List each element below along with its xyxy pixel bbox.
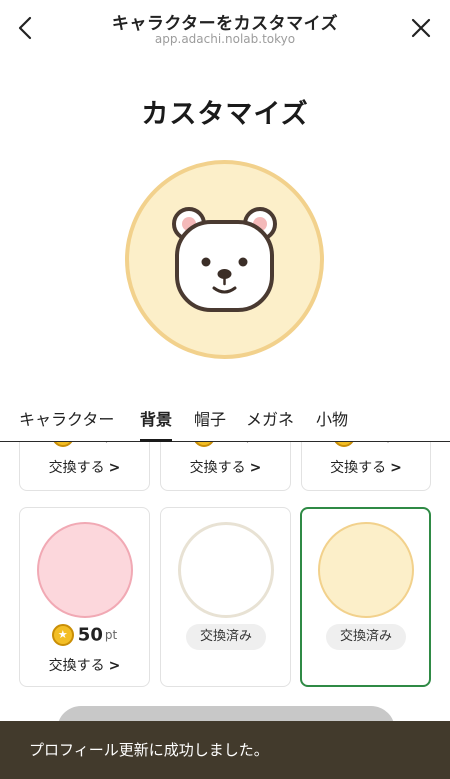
tab-hat[interactable]: 帽子: [194, 406, 226, 430]
item-card[interactable]: ★50pt 交換する>: [160, 442, 291, 491]
tab-accessories[interactable]: 小物: [316, 406, 348, 430]
owned-badge: 交換済み: [186, 624, 266, 650]
close-icon: [411, 18, 431, 38]
exchange-button[interactable]: 交換する >: [302, 457, 430, 477]
exchange-button[interactable]: 交換する >: [161, 457, 290, 477]
price-row: ★50pt: [20, 442, 149, 447]
coin-icon: ★: [51, 442, 74, 447]
background-swatch-cream: [318, 522, 414, 618]
exchange-button[interactable]: 交換する >: [20, 655, 149, 675]
price-row: ★50pt: [20, 624, 149, 646]
category-tabs: キャラクター 背景 帽子 メガネ 小物: [0, 400, 450, 442]
toast-notification: プロフィール更新に成功しました。: [0, 721, 450, 779]
exchange-button[interactable]: 交換する >: [20, 457, 149, 477]
item-grid[interactable]: ★50pt 交換する> ★50pt 交換する> ★50pt 交換する> ★50p…: [0, 442, 450, 687]
tab-character[interactable]: キャラクター: [19, 406, 114, 430]
owned-badge: 交換済み: [326, 624, 406, 650]
coin-icon: ★: [333, 442, 356, 447]
item-card[interactable]: ★50pt 交換する>: [19, 442, 150, 491]
background-swatch-white: [178, 522, 274, 618]
chevron-right-icon: >: [249, 460, 262, 476]
chevron-right-icon: >: [108, 460, 121, 476]
item-card-cream-selected[interactable]: 交換済み: [300, 507, 431, 687]
page-title: カスタマイズ: [141, 99, 309, 130]
tab-glasses[interactable]: メガネ: [246, 406, 294, 430]
item-card-pink[interactable]: ★ 50 pt 交換する >: [19, 507, 150, 687]
chevron-right-icon: >: [390, 460, 402, 476]
header-title: キャラクターをカスタマイズ: [111, 14, 339, 34]
close-button[interactable]: [408, 14, 434, 42]
tab-background[interactable]: 背景: [140, 406, 172, 430]
item-card[interactable]: ★50pt 交換する>: [301, 442, 431, 491]
avatar-preview: [125, 160, 324, 359]
top-bar: キャラクターをカスタマイズ app.adachi.nolab.tokyo: [0, 0, 450, 56]
price-row: ★50pt: [302, 442, 430, 447]
chevron-right-icon: >: [108, 658, 121, 674]
item-card-white[interactable]: 交換済み: [160, 507, 291, 687]
price-row: ★50pt: [161, 442, 290, 447]
bear-character-icon: [172, 207, 277, 312]
background-swatch-pink: [37, 522, 133, 618]
coin-icon: ★: [51, 624, 74, 646]
header-url: app.adachi.nolab.tokyo: [154, 32, 296, 46]
coin-icon: ★: [192, 442, 215, 447]
